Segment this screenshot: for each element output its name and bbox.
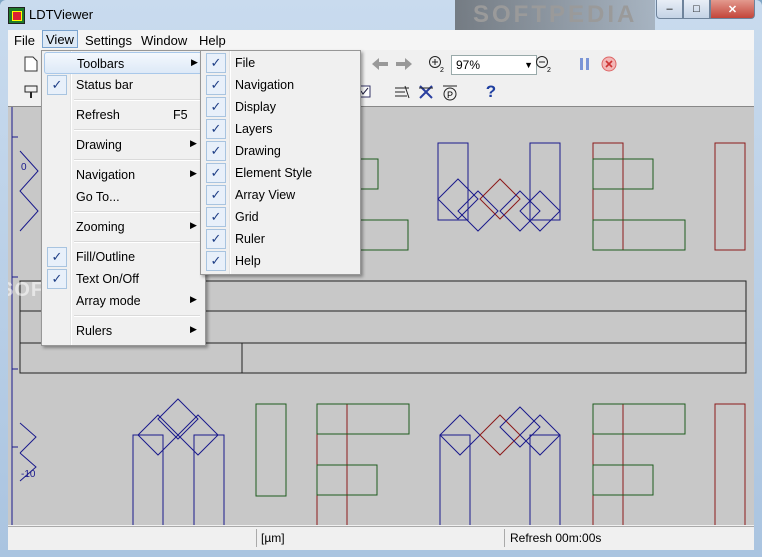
checkmark-icon: ✓ (206, 207, 226, 227)
menu-settings[interactable]: Settings (85, 33, 132, 48)
close-button[interactable]: ✕ (710, 0, 755, 19)
checkmark-icon: ✓ (206, 97, 226, 117)
submenu-arrow-icon: ▶ (190, 294, 197, 304)
measure-icon[interactable] (391, 81, 413, 103)
back-arrow-icon[interactable] (369, 53, 391, 75)
toolbar-toggle-array-view[interactable]: ✓ Array View (203, 184, 358, 206)
menu-view[interactable]: View (42, 30, 78, 48)
checkmark-icon: ✓ (47, 247, 67, 267)
menu-item-fill-outline[interactable]: ✓ Fill/Outline (44, 246, 203, 268)
checkmark-icon: ✓ (47, 269, 67, 289)
menu-item-drawing[interactable]: Drawing ▶ (44, 134, 203, 156)
submenu-arrow-icon: ▶ (190, 220, 197, 230)
ruler-label-bottom: -10 (21, 469, 36, 480)
menu-item-zooming[interactable]: Zooming ▶ (44, 216, 203, 238)
zoom-value: 97% (456, 58, 481, 72)
status-unit: [µm] (261, 531, 285, 545)
pause-icon[interactable] (574, 53, 596, 75)
zoom-out-icon[interactable]: 2 (533, 53, 555, 75)
stop-icon[interactable] (598, 53, 620, 75)
title-bar: LDTViewer SOFTPEDIA – □ ✕ (0, 0, 762, 30)
probe-icon[interactable]: P (439, 81, 461, 103)
menu-item-array-mode[interactable]: Array mode ▶ (44, 290, 203, 312)
checkmark-icon: ✓ (206, 119, 226, 139)
menu-help[interactable]: Help (199, 33, 226, 48)
app-icon (8, 7, 25, 24)
menu-bar: File View Settings Window Help (8, 30, 754, 50)
toolbar-toggle-help[interactable]: ✓ Help (203, 250, 358, 272)
menu-item-rulers[interactable]: Rulers ▶ (44, 320, 203, 342)
menu-item-status-bar[interactable]: ✓ Status bar (44, 74, 203, 96)
forward-arrow-icon[interactable] (393, 53, 415, 75)
help-icon[interactable]: ? (480, 81, 502, 103)
svg-text:2: 2 (547, 67, 551, 73)
svg-text:P: P (447, 90, 453, 100)
checkmark-icon: ✓ (206, 163, 226, 183)
status-bar: [µm] Refresh 00m:00s (8, 526, 754, 550)
window-title: LDTViewer (29, 7, 94, 22)
toolbar-toggle-element-style[interactable]: ✓ Element Style (203, 162, 358, 184)
checkmark-icon: ✓ (47, 75, 67, 95)
ruler-label-top: 0 (21, 162, 27, 173)
menu-item-navigation[interactable]: Navigation ▶ (44, 164, 203, 186)
watermark-logo: SOFTPEDIA (455, 0, 655, 30)
submenu-arrow-icon: ▶ (191, 57, 198, 67)
cut-icon[interactable] (415, 81, 437, 103)
toolbar-toggle-drawing[interactable]: ✓ Drawing (203, 140, 358, 162)
checkmark-icon: ✓ (206, 185, 226, 205)
menu-item-refresh[interactable]: Refresh F5 (44, 104, 203, 126)
menu-item-toolbars[interactable]: Toolbars ▶ (44, 52, 203, 74)
checkmark-icon: ✓ (206, 229, 226, 249)
app-window: LDTViewer SOFTPEDIA – □ ✕ File View Sett… (0, 0, 762, 557)
paint-icon[interactable] (20, 81, 42, 103)
maximize-button[interactable]: □ (683, 0, 710, 19)
checkmark-icon: ✓ (206, 53, 226, 73)
submenu-arrow-icon: ▶ (190, 168, 197, 178)
submenu-arrow-icon: ▶ (190, 324, 197, 334)
new-file-icon[interactable] (20, 53, 42, 75)
menu-item-goto[interactable]: Go To... (44, 186, 203, 208)
toolbar-toggle-layers[interactable]: ✓ Layers (203, 118, 358, 140)
checkmark-icon: ✓ (206, 75, 226, 95)
toolbar-toggle-display[interactable]: ✓ Display (203, 96, 358, 118)
view-menu: Toolbars ▶ ✓ Status bar Refresh F5 Drawi… (41, 50, 206, 346)
chevron-down-icon: ▼ (524, 60, 533, 70)
toolbar-toggle-grid[interactable]: ✓ Grid (203, 206, 358, 228)
zoom-in-icon[interactable]: 2 (426, 53, 448, 75)
zoom-combo[interactable]: 97% ▼ (451, 55, 537, 75)
submenu-arrow-icon: ▶ (190, 138, 197, 148)
menu-item-text-onoff[interactable]: ✓ Text On/Off (44, 268, 203, 290)
minimize-button[interactable]: – (656, 0, 683, 19)
checkmark-icon: ✓ (206, 251, 226, 271)
toolbars-submenu: ✓ File ✓ Navigation ✓ Display ✓ Layers ✓… (200, 50, 361, 275)
menu-file[interactable]: File (14, 33, 35, 48)
svg-text:2: 2 (440, 67, 444, 73)
menu-window[interactable]: Window (141, 33, 187, 48)
status-refresh: Refresh 00m:00s (510, 531, 602, 545)
toolbar-toggle-file[interactable]: ✓ File (203, 52, 358, 74)
toolbar-toggle-ruler[interactable]: ✓ Ruler (203, 228, 358, 250)
toolbar-toggle-navigation[interactable]: ✓ Navigation (203, 74, 358, 96)
checkmark-icon: ✓ (206, 141, 226, 161)
